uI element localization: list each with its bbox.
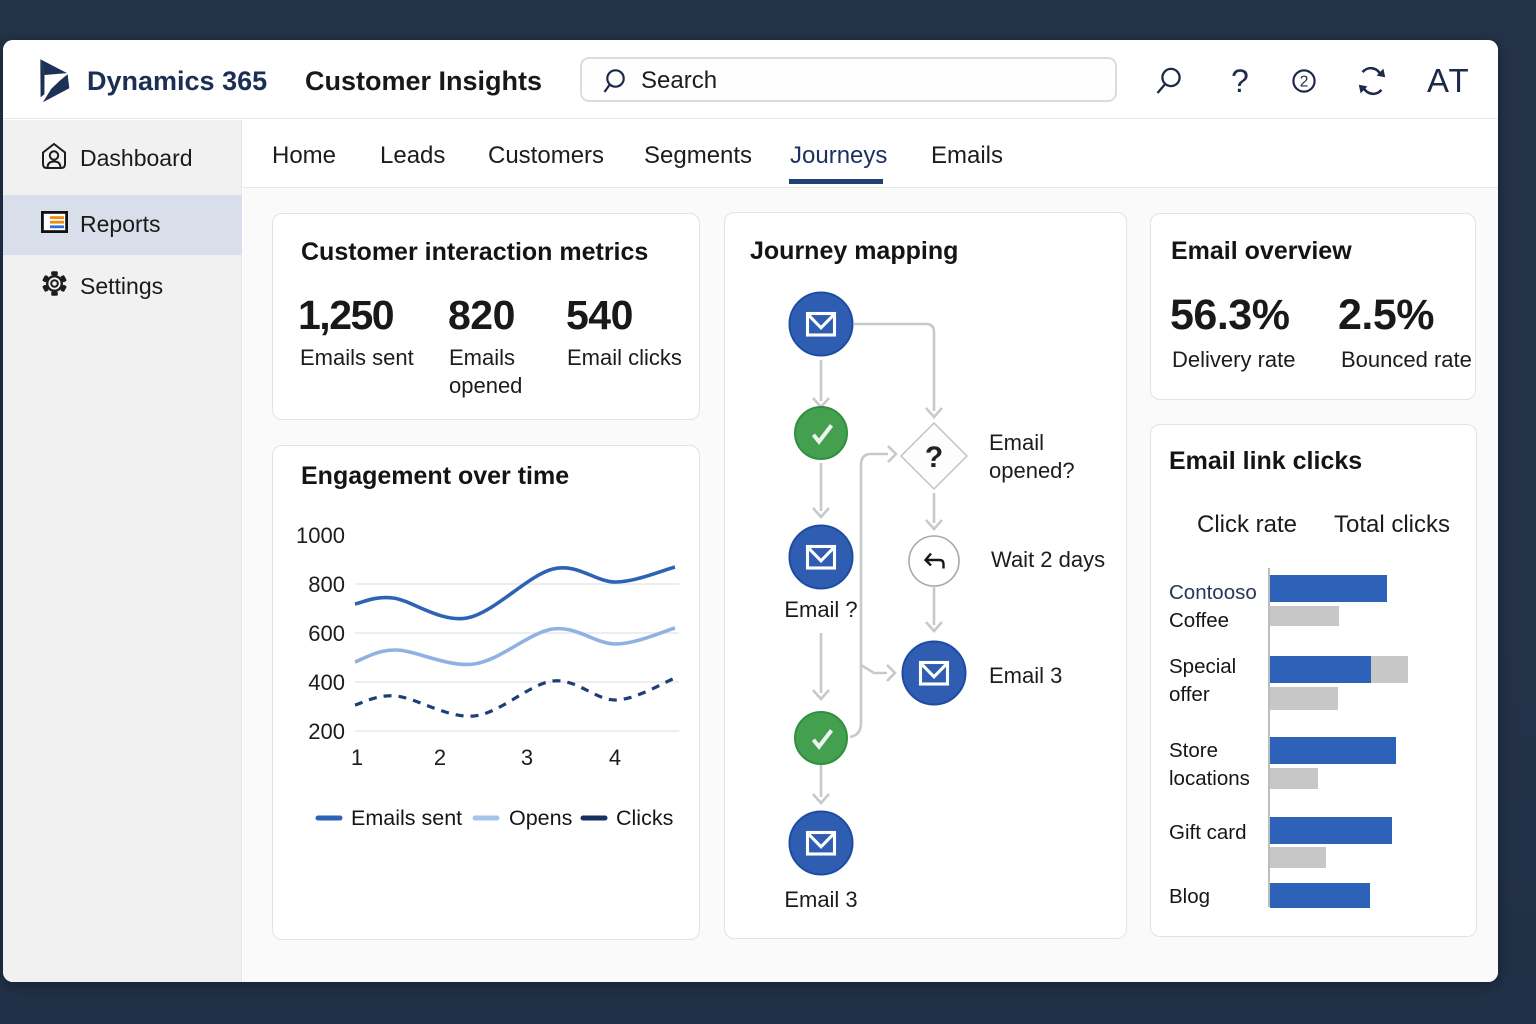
svg-text:locations: locations: [1169, 767, 1250, 790]
svg-text:Total clicks: Total clicks: [1334, 511, 1450, 538]
svg-text:Email: Email: [989, 430, 1044, 455]
svg-text:Email ?: Email ?: [784, 597, 857, 622]
svg-text:1: 1: [351, 745, 363, 770]
svg-text:opened?: opened?: [989, 458, 1075, 483]
svg-text:Email 3: Email 3: [784, 887, 857, 912]
svg-text:Special: Special: [1169, 655, 1236, 678]
svg-text:800: 800: [308, 572, 345, 597]
svg-text:Emails sent: Emails sent: [351, 806, 462, 830]
svg-text:Click rate: Click rate: [1197, 511, 1297, 538]
svg-text:offer: offer: [1169, 683, 1210, 706]
svg-text:200: 200: [308, 719, 345, 744]
svg-text:2: 2: [434, 745, 446, 770]
svg-text:Contooso: Contooso: [1169, 581, 1257, 604]
svg-text:600: 600: [308, 621, 345, 646]
svg-text:Opens: Opens: [509, 806, 572, 830]
svg-text:Store: Store: [1169, 739, 1218, 762]
svg-text:3: 3: [521, 745, 533, 770]
svg-text:Gift card: Gift card: [1169, 821, 1246, 844]
svg-text:Coffee: Coffee: [1169, 609, 1229, 632]
svg-text:1000: 1000: [296, 523, 345, 548]
svg-text:Clicks: Clicks: [616, 806, 673, 830]
svg-text:Wait 2 days: Wait 2 days: [991, 547, 1105, 572]
svg-text:2: 2: [1300, 74, 1309, 91]
svg-text:4: 4: [609, 745, 621, 770]
svg-text:Blog: Blog: [1169, 885, 1210, 908]
svg-text:Email 3: Email 3: [989, 663, 1062, 688]
svg-text:?: ?: [925, 441, 943, 474]
svg-text:400: 400: [308, 670, 345, 695]
